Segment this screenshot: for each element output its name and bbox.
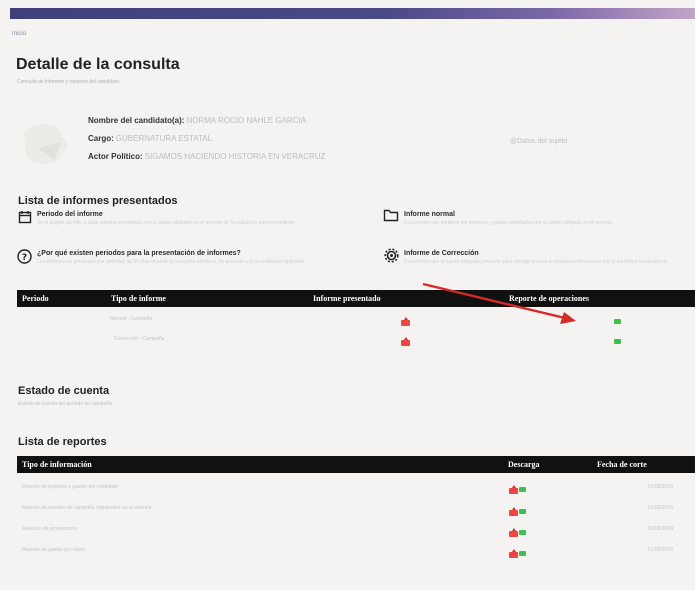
estado-subtitle: Estado de cuenta del periodo de campaña — [18, 401, 112, 407]
page-title: Detalle de la consulta — [16, 56, 180, 73]
info-correccion-text: Documento que el sujeto obligado present… — [404, 259, 669, 265]
candidate-name: Nombre del candidato(a): NORMA ROCIO NAHL… — [88, 116, 307, 125]
breadcrumb[interactable]: Inicio — [12, 31, 26, 37]
gear-icon — [384, 248, 399, 263]
pdf-download-icon[interactable] — [509, 528, 518, 537]
pdf-download-icon[interactable] — [509, 507, 518, 516]
info-correccion-title: Informe de Corrección — [404, 250, 479, 257]
fecha-corte-value: 01/06/2024 — [648, 484, 674, 490]
page-subtitle: Consulta de informes y reportes del cand… — [17, 79, 120, 85]
top-banner — [10, 8, 695, 19]
fecha-corte-value: 01/06/2024 — [648, 505, 674, 511]
reportes-title: Lista de reportes — [18, 436, 107, 448]
excel-download-icon[interactable] — [519, 530, 526, 535]
col-informe-presentado: Informe presentado — [313, 294, 381, 303]
estado-title: Estado de cuenta — [18, 385, 110, 397]
info-normal-title: Informe normal — [404, 211, 455, 218]
folder-icon — [383, 209, 399, 222]
informes-title: Lista de informes presentados — [18, 195, 178, 207]
info-periodo-title: Periodo del informe — [37, 211, 103, 218]
col-fecha-corte: Fecha de corte — [597, 460, 647, 469]
fecha-corte-value: 01/06/2024 — [648, 547, 674, 553]
calendar-icon — [18, 211, 32, 224]
informes-table-header: Periodo Tipo de informe Informe presenta… — [17, 290, 695, 307]
list-item: Reporte de gastos por rubro — [22, 547, 85, 553]
col-tipo-informe: Tipo de informe — [111, 294, 166, 303]
excel-download-icon[interactable] — [614, 319, 621, 324]
pdf-download-icon[interactable] — [509, 485, 518, 494]
list-item: Relación de proveedores — [22, 526, 78, 532]
table-row-tipo: Corrección - Campaña — [114, 336, 165, 342]
excel-download-icon[interactable] — [614, 339, 621, 344]
candidate-cargo: Cargo: GUBERNATURA ESTATAL — [88, 134, 213, 143]
candidate-avatar — [16, 112, 78, 174]
col-periodo: Periodo — [22, 294, 49, 303]
col-tipo-informacion: Tipo de información — [22, 460, 92, 469]
pdf-download-icon[interactable] — [401, 317, 410, 326]
pdf-download-icon[interactable] — [509, 549, 518, 558]
question-icon: ? — [17, 249, 32, 264]
pdf-download-icon[interactable] — [401, 337, 410, 346]
excel-download-icon[interactable] — [519, 487, 526, 492]
col-descarga: Descarga — [508, 460, 540, 469]
info-normal-text: Documento que contiene los ingresos y ga… — [404, 220, 614, 226]
candidate-detail-link[interactable]: @Datos del sujeto — [510, 138, 567, 145]
reportes-table-header: Tipo de información Descarga Fecha de co… — [17, 456, 695, 473]
info-periodo-text: Se le asigna un folio a cada informe pre… — [37, 220, 297, 226]
info-why-text: Los informes se presentan por periodos d… — [37, 259, 306, 265]
table-row-tipo: Normal - Campaña — [110, 316, 153, 322]
fecha-corte-value: 01/06/2024 — [648, 526, 674, 532]
list-item: Reporte de eventos de campaña registrado… — [22, 505, 152, 511]
excel-download-icon[interactable] — [519, 509, 526, 514]
annotation-arrow — [422, 282, 576, 324]
svg-text:?: ? — [22, 253, 27, 263]
info-why-title: ¿Por qué existen periodos para la presen… — [37, 250, 241, 257]
candidate-actor: Actor Político: SIGAMOS HACIENDO HISTORIA… — [88, 152, 326, 161]
list-item: Reporte de ingresos y gastos del candida… — [22, 484, 119, 490]
excel-download-icon[interactable] — [519, 551, 526, 556]
